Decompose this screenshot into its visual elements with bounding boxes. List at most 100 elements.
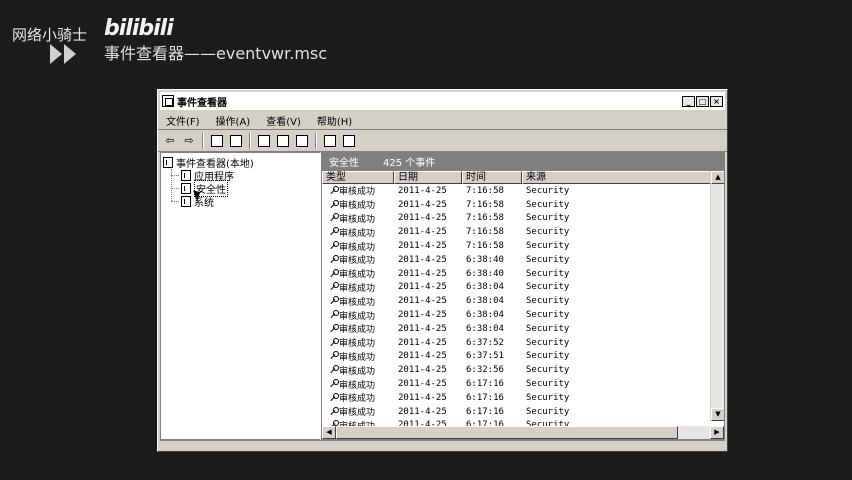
maximize-button[interactable]: □ xyxy=(696,95,709,107)
key-icon xyxy=(328,227,339,237)
event-date: 2011-4-25 xyxy=(398,241,447,252)
event-type-cell: 审核成功 xyxy=(322,240,394,253)
event-type: 审核成功 xyxy=(339,270,376,281)
event-type: 审核成功 xyxy=(339,187,376,198)
horizontal-scrollbar[interactable]: ◀ ▶ xyxy=(322,426,724,439)
event-type-cell: 审核成功 xyxy=(322,281,394,294)
table-row[interactable]: 审核成功 2011-4-25 6:38:04 Security xyxy=(322,322,710,336)
scroll-up-icon[interactable]: ▲ xyxy=(711,171,724,184)
table-row[interactable]: 审核成功 2011-4-25 6:38:04 Security xyxy=(322,308,710,322)
menu-help[interactable]: 帮助(H) xyxy=(315,112,354,129)
event-time: 6:17:16 xyxy=(466,406,504,417)
key-icon xyxy=(328,296,339,306)
arrow-left-icon[interactable]: ⇦ xyxy=(162,133,178,149)
table-row[interactable]: 审核成功 2011-4-25 7:16:58 Security xyxy=(322,239,710,253)
event-type-cell: 审核成功 xyxy=(322,184,394,197)
event-list: 类型 日期 时间 来源 审核成功 2011-4-25 7:16:58 Security… xyxy=(321,170,725,440)
event-time: 7:16:58 xyxy=(466,241,504,252)
scroll-down-icon[interactable]: ▼ xyxy=(711,408,724,421)
tree-item-system[interactable]: 系统 xyxy=(163,195,318,209)
event-time: 7:16:58 xyxy=(466,213,504,224)
table-row[interactable]: 审核成功 2011-4-25 6:38:40 Security xyxy=(322,267,710,281)
menu-file[interactable]: 文件(F) xyxy=(164,112,202,129)
title-bar[interactable]: 事件查看器 _ □ × xyxy=(160,92,725,110)
key-icon xyxy=(328,323,339,334)
event-type: 审核成功 xyxy=(339,311,376,322)
details-pane: 安全性 425 个事件 类型 日期 时间 来源 审核成功 2011-4-25 7:1… xyxy=(321,152,725,440)
event-type-cell: 审核成功 xyxy=(322,309,394,322)
event-type-cell: 审核成功 xyxy=(322,322,394,335)
table-row[interactable]: 审核成功 2011-4-25 6:32:56 Security xyxy=(322,363,710,377)
vertical-scrollbar[interactable]: ▲ ▼ xyxy=(710,171,724,421)
export-button[interactable] xyxy=(294,133,310,149)
computer-icon xyxy=(163,157,173,168)
event-type-cell: 审核成功 xyxy=(322,226,394,239)
event-type: 审核成功 xyxy=(339,242,376,253)
column-header-time[interactable]: 时间 xyxy=(462,171,522,184)
table-row[interactable]: 审核成功 2011-4-25 6:38:04 Security xyxy=(322,294,710,308)
key-icon xyxy=(328,282,339,292)
column-header-date[interactable]: 日期 xyxy=(394,171,462,184)
table-row[interactable]: 审核成功 2011-4-25 7:16:58 Security xyxy=(322,225,710,239)
close-button[interactable]: × xyxy=(710,95,723,107)
event-time: 6:38:40 xyxy=(466,268,504,279)
scroll-right-icon[interactable]: ▶ xyxy=(710,426,724,439)
tree-root[interactable]: 事件查看器(本地) xyxy=(163,156,318,170)
console-button[interactable] xyxy=(341,133,357,149)
table-row[interactable]: 审核成功 2011-4-25 6:37:51 Security xyxy=(322,350,710,364)
event-type-cell: 审核成功 xyxy=(322,198,394,211)
event-source: Security xyxy=(526,323,570,334)
tree-item-security[interactable]: 安全性 xyxy=(163,180,318,197)
tree-icon xyxy=(230,134,242,147)
horizontal-scroll-thumb[interactable] xyxy=(336,426,678,439)
refresh-button[interactable] xyxy=(275,133,291,149)
key-icon xyxy=(328,337,339,348)
toolbar-separator xyxy=(202,132,204,149)
toolbar-separator xyxy=(249,132,251,149)
table-row[interactable]: 审核成功 2011-4-25 7:16:58 Security xyxy=(322,198,710,212)
event-rows: 审核成功 2011-4-25 7:16:58 Security 审核成功 2011-4-2… xyxy=(322,184,710,434)
event-type-cell: 审核成功 xyxy=(322,267,394,280)
event-date: 2011-4-25 xyxy=(398,268,447,279)
table-row[interactable]: 审核成功 2011-4-25 7:16:58 Security xyxy=(322,212,710,226)
key-icon xyxy=(328,241,339,251)
table-row[interactable]: 审核成功 2011-4-25 6:38:04 Security xyxy=(322,281,710,295)
key-icon xyxy=(328,268,339,279)
main-panes: 事件查看器(本地) 应用程序 安全性 系统 安全性 425 个事件 类型 日期 … xyxy=(160,152,725,440)
event-source: Security xyxy=(526,337,570,348)
properties-button[interactable] xyxy=(256,133,272,149)
column-header-type[interactable]: 类型 xyxy=(322,171,394,184)
table-row[interactable]: 审核成功 2011-4-25 6:17:16 Security xyxy=(322,405,710,419)
event-type: 审核成功 xyxy=(339,297,376,308)
event-time: 6:32:56 xyxy=(466,365,504,376)
table-row[interactable]: 审核成功 2011-4-25 6:38:40 Security xyxy=(322,253,710,267)
event-date: 2011-4-25 xyxy=(398,379,447,390)
table-row[interactable]: 审核成功 2011-4-25 7:16:58 Security xyxy=(322,184,710,198)
event-date: 2011-4-25 xyxy=(398,254,447,265)
channel-name: 网络小骑士 xyxy=(12,26,88,44)
event-type-cell: 审核成功 xyxy=(322,295,394,308)
arrow-right-icon[interactable]: ⇨ xyxy=(181,133,197,149)
table-row[interactable]: 审核成功 2011-4-25 6:17:16 Security xyxy=(322,391,710,405)
event-type-cell: 审核成功 xyxy=(322,391,394,404)
event-type-cell: 审核成功 xyxy=(322,350,394,363)
scroll-left-icon[interactable]: ◀ xyxy=(322,426,336,439)
tree-item-application[interactable]: 应用程序 xyxy=(163,169,318,183)
column-header-source[interactable]: 来源 xyxy=(522,171,714,184)
menu-view[interactable]: 查看(V) xyxy=(264,112,303,129)
show-tree-button[interactable] xyxy=(228,133,244,149)
table-row[interactable]: 审核成功 2011-4-25 6:37:52 Security xyxy=(322,336,710,350)
event-type: 审核成功 xyxy=(339,339,376,350)
event-date: 2011-4-25 xyxy=(398,282,447,293)
event-type-cell: 审核成功 xyxy=(322,364,394,377)
refresh-icon xyxy=(277,134,289,147)
pane-event-count: 425 个事件 xyxy=(383,157,436,169)
minimize-button[interactable]: _ xyxy=(682,95,695,107)
menu-action[interactable]: 操作(A) xyxy=(214,112,253,129)
event-time: 6:38:04 xyxy=(466,296,504,307)
event-time: 6:38:04 xyxy=(466,323,504,334)
table-row[interactable]: 审核成功 2011-4-25 6:17:16 Security xyxy=(322,377,710,391)
help-button[interactable] xyxy=(322,133,338,149)
up-folder-button[interactable] xyxy=(209,133,225,149)
event-source: Security xyxy=(526,213,570,224)
